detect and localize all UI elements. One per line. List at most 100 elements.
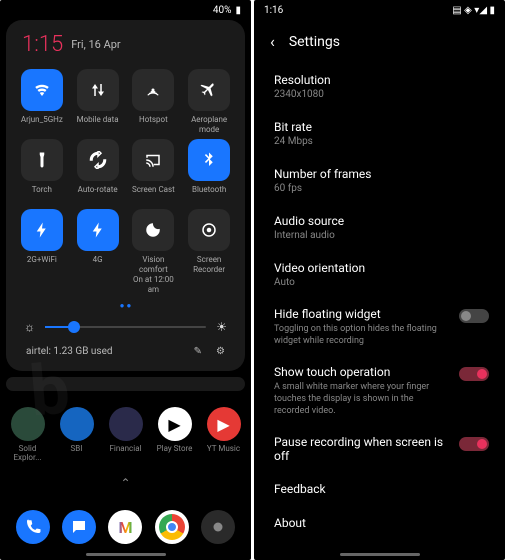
setting-label: Audio source <box>274 214 485 228</box>
footer-about[interactable]: About <box>254 506 505 540</box>
qs-tile-button[interactable] <box>21 69 63 111</box>
qs-tile-label: Screen Cast <box>132 185 175 205</box>
setting-audio-source[interactable]: Audio source Internal audio <box>254 204 505 251</box>
gear-icon[interactable]: ⚙ <box>216 346 225 357</box>
qs-tile-bolt: 4G <box>72 209 124 295</box>
setting-label: Number of frames <box>274 167 485 181</box>
qs-tile-button[interactable] <box>188 209 230 251</box>
qs-tile-record: Screen Recorder <box>183 209 235 295</box>
setting-value: Internal audio <box>274 230 485 241</box>
toggle-sub: Toggling on this option hides the floati… <box>274 323 449 347</box>
qs-tile-wifi: Arjun_5GHz <box>16 69 68 135</box>
qs-tile-button[interactable] <box>188 69 230 111</box>
brightness-slider[interactable] <box>45 326 206 328</box>
footer-label: Feedback <box>274 482 485 496</box>
qs-tile-button[interactable] <box>21 209 63 251</box>
qs-tile-plane: Aeroplane mode <box>183 69 235 135</box>
qs-tile-button[interactable] <box>132 69 174 111</box>
notification-card[interactable] <box>6 377 245 391</box>
qs-tile-button[interactable] <box>132 209 174 251</box>
setting-value: 2340x1080 <box>274 89 485 100</box>
data-usage-text: airtel: 1.23 GB used <box>26 346 113 357</box>
qs-tile-label: Auto-rotate <box>78 185 118 205</box>
dock-app-phone[interactable] <box>16 510 50 544</box>
drawer-chevron-up-icon[interactable]: ⌃ <box>0 472 251 494</box>
dock-icon: M <box>108 510 142 544</box>
gesture-bar[interactable] <box>340 553 420 556</box>
right-phone-recorder-settings: 1:16 ▤ ◈ ▾◢ ▮ ‹ Settings Resolution2340x… <box>254 0 505 560</box>
qs-tile-button[interactable] <box>21 139 63 181</box>
toggle-switch[interactable] <box>459 437 489 451</box>
settings-title: Settings <box>289 34 340 50</box>
app-SBI[interactable]: SBI <box>55 407 98 462</box>
qs-tile-label: Bluetooth <box>192 185 226 205</box>
quick-settings-panel: 1:15 Fri, 16 Apr Arjun_5GHz Mobile data Ho… <box>6 20 245 371</box>
footer-list: Feedback About <box>254 472 505 540</box>
footer-label: About <box>274 516 485 530</box>
qs-tile-button[interactable] <box>77 209 119 251</box>
qs-tile-grid: Arjun_5GHz Mobile data Hotspot Aeroplane mo… <box>14 69 237 295</box>
qs-tile-torch: Torch <box>16 139 68 205</box>
qs-tile-label: Hotspot <box>139 115 168 135</box>
left-phone-quick-settings: b 40% ▮ 1:15 Fri, 16 Apr Arjun_5GHzMobil… <box>0 0 251 560</box>
app-Play Store[interactable]: ▶Play Store <box>153 407 196 462</box>
app-icon <box>60 407 94 441</box>
qs-tile-button[interactable] <box>188 139 230 181</box>
app-label: YT Music <box>207 444 240 453</box>
qs-tile-button[interactable] <box>132 139 174 181</box>
status-bar-right: 1:16 ▤ ◈ ▾◢ ▮ <box>254 0 505 20</box>
setting-video-orientation[interactable]: Video orientationAuto <box>254 251 505 298</box>
toggle-sub: A small white marker where your finger t… <box>274 381 449 417</box>
toggle-switch[interactable] <box>459 367 489 381</box>
setting-bit-rate[interactable]: Bit rate24 Mbps <box>254 110 505 157</box>
dock-app-msg[interactable] <box>62 510 96 544</box>
brightness-low-icon: ☼ <box>24 320 35 334</box>
app-YT Music[interactable]: ▶YT Music <box>202 407 245 462</box>
qs-tile-label: Aeroplane mode <box>183 115 235 135</box>
battery-percent: 40% <box>213 5 232 16</box>
qs-tile-label: 2G+WiFi <box>27 255 57 275</box>
settings-header: ‹ Settings <box>254 20 505 63</box>
qs-tile-button[interactable] <box>77 69 119 111</box>
dock-icon <box>62 510 96 544</box>
dock: M <box>0 510 251 544</box>
app-Solid Explor...[interactable]: Solid Explor... <box>6 407 49 462</box>
qs-tile-moon: Vision comfortOn at 12:00 am <box>128 209 180 295</box>
toggle-show-touch-operation: Show touch operationA small white marker… <box>254 356 505 426</box>
qs-tile-label: Arjun_5GHz <box>21 115 63 135</box>
qs-tile-label: 4G <box>93 255 103 275</box>
status-icons: ▤ ◈ ▾◢ ▮ <box>452 5 495 16</box>
setting-value: Auto <box>274 277 485 288</box>
settings-list: Resolution2340x1080Bit rate24 MbpsNumber… <box>254 63 505 298</box>
page-indicator[interactable]: ● ● <box>14 295 237 316</box>
dock-app-gmail[interactable]: M <box>108 510 142 544</box>
dock-app-camera[interactable] <box>201 510 235 544</box>
dock-app-chrome[interactable] <box>155 510 189 544</box>
qs-tile-bt: Bluetooth <box>183 139 235 205</box>
app-Financial[interactable]: Financial <box>104 407 147 462</box>
edit-icon[interactable]: ✎ <box>194 346 202 357</box>
footer-feedback[interactable]: Feedback <box>254 472 505 506</box>
setting-label: Bit rate <box>274 120 485 134</box>
toggle-label: Hide floating widget <box>274 307 449 321</box>
setting-number-of-frames[interactable]: Number of frames60 fps <box>254 157 505 204</box>
qs-tile-label: Screen Recorder <box>183 255 235 275</box>
qs-tile-label: Mobile data <box>77 115 119 135</box>
setting-resolution[interactable]: Resolution2340x1080 <box>254 63 505 110</box>
app-label: Solid Explor... <box>6 444 49 462</box>
clock-row: 1:15 Fri, 16 Apr <box>14 28 237 69</box>
qs-tile-button[interactable] <box>77 139 119 181</box>
toggle-hide-floating-widget: Hide floating widget Toggling on this opt… <box>254 298 505 356</box>
app-label: SBI <box>71 444 83 453</box>
qs-tile-hotspot: Hotspot <box>128 69 180 135</box>
back-icon[interactable]: ‹ <box>270 32 275 51</box>
app-label: Play Store <box>157 444 193 453</box>
brightness-slider-row: ☼ ☀ <box>14 316 237 338</box>
battery-icon: ▮ <box>235 5 241 16</box>
toggle-list: Hide floating widget Toggling on this opt… <box>254 298 505 472</box>
status-time: 1:16 <box>264 5 283 16</box>
qs-tile-label: Torch <box>32 185 52 205</box>
gesture-bar[interactable] <box>86 553 166 556</box>
status-bar-left: 40% ▮ <box>0 0 251 20</box>
toggle-switch[interactable] <box>459 309 489 323</box>
